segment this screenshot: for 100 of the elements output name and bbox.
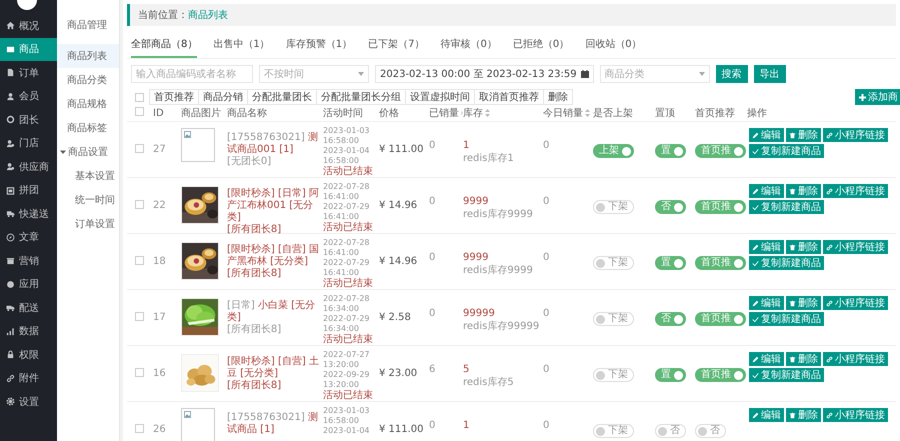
checkbox[interactable]: [135, 200, 144, 209]
action-button[interactable]: 编辑: [749, 184, 784, 198]
sidebar-item[interactable]: 会员: [0, 84, 57, 108]
submenu-item[interactable]: 订单设置: [57, 212, 119, 236]
bulk-action-button[interactable]: 取消首页推荐: [474, 89, 544, 105]
action-button[interactable]: 编辑: [749, 128, 784, 142]
category-select[interactable]: 商品分类: [600, 65, 710, 83]
sidebar-item[interactable]: 数据: [0, 320, 57, 343]
add-button[interactable]: 添加商: [855, 89, 900, 105]
listing-toggle[interactable]: 下架: [593, 368, 634, 382]
action-button[interactable]: 小程序链接: [823, 128, 888, 142]
date-range-field[interactable]: 2023-02-13 00:00 至 2023-02-13 23:59: [375, 65, 594, 83]
bulk-action-button[interactable]: 设置虚拟时间: [405, 89, 475, 105]
action-button[interactable]: 复制新建商品: [749, 200, 824, 214]
homepage-toggle[interactable]: 首页推: [695, 144, 746, 158]
homepage-toggle[interactable]: 首页推: [695, 200, 746, 214]
toolbar-button[interactable]: 搜索: [716, 65, 748, 83]
sidebar-item[interactable]: 应用: [0, 272, 57, 296]
listing-toggle[interactable]: 下架: [593, 256, 634, 270]
sort-icon[interactable]: [585, 109, 590, 117]
time-select[interactable]: 不按时间: [259, 65, 369, 83]
sidebar-item[interactable]: 概况: [0, 14, 57, 38]
breadcrumb-link[interactable]: 商品列表: [188, 8, 228, 22]
action-button[interactable]: 删除: [786, 408, 821, 422]
product-name[interactable]: [17558763021] 测试商品 [1]: [227, 412, 319, 436]
action-button[interactable]: 删除: [786, 128, 821, 142]
pin-toggle[interactable]: 置: [655, 144, 686, 158]
submenu-item[interactable]: 商品分类: [57, 68, 119, 92]
action-button[interactable]: 编辑: [749, 352, 784, 366]
action-button[interactable]: 小程序链接: [823, 352, 888, 366]
tab[interactable]: 已下架（7）: [368, 32, 424, 58]
tab[interactable]: 库存预警（1）: [286, 32, 352, 58]
sidebar-item[interactable]: 设置: [0, 390, 57, 414]
listing-toggle[interactable]: 下架: [593, 424, 634, 438]
bulk-action-button[interactable]: 首页推荐: [149, 89, 199, 105]
action-button[interactable]: 小程序链接: [823, 184, 888, 198]
sidebar-item[interactable]: 文章: [0, 226, 57, 249]
action-button[interactable]: 小程序链接: [823, 240, 888, 254]
checkbox[interactable]: [135, 312, 144, 321]
bulk-action-button[interactable]: 分配批量团长分组: [316, 89, 406, 105]
checkbox[interactable]: [135, 368, 144, 377]
tab[interactable]: 回收站（0）: [585, 32, 642, 58]
tab[interactable]: 待审核（0）: [440, 32, 497, 58]
sidebar-item[interactable]: 配送: [0, 296, 57, 320]
pin-toggle[interactable]: 置: [655, 256, 686, 270]
tab[interactable]: 全部商品（8）: [131, 32, 198, 58]
submenu-item[interactable]: 商品设置: [57, 140, 119, 164]
homepage-toggle[interactable]: 首页推: [695, 312, 746, 326]
action-button[interactable]: 编辑: [749, 240, 784, 254]
sidebar-item[interactable]: 商品: [0, 38, 57, 61]
submenu-item[interactable]: 统一时间: [57, 188, 119, 212]
homepage-toggle[interactable]: 否: [695, 424, 726, 438]
submenu-item[interactable]: 基本设置: [57, 164, 119, 188]
sidebar-item[interactable]: 团长: [0, 108, 57, 132]
homepage-toggle[interactable]: 首页推: [695, 368, 746, 382]
product-name[interactable]: [限时秒杀] [自营] 土豆 [无分类]: [227, 356, 319, 380]
pin-toggle[interactable]: 置: [655, 368, 686, 382]
submenu-item[interactable]: 商品列表: [57, 44, 119, 68]
product-name[interactable]: [日常] 小白菜 [无分类]: [227, 300, 319, 324]
homepage-toggle[interactable]: 首页推: [695, 256, 746, 270]
toolbar-button[interactable]: 导出: [754, 65, 786, 83]
submenu-item[interactable]: 商品标签: [57, 116, 119, 140]
product-name[interactable]: [限时秒杀] [日常] 阿产江布林001 [无分类]: [227, 188, 319, 224]
sidebar-item[interactable]: 门店: [0, 132, 57, 155]
pin-toggle[interactable]: 否: [655, 312, 686, 326]
sidebar-item[interactable]: 附件: [0, 366, 57, 390]
pin-toggle[interactable]: 否: [655, 424, 686, 438]
tab[interactable]: 已拒绝（0）: [512, 32, 570, 58]
bulk-action-button[interactable]: 删除: [543, 89, 573, 105]
action-button[interactable]: 复制新建商品: [749, 312, 824, 326]
checkbox[interactable]: [135, 256, 144, 265]
bulk-action-button[interactable]: 商品分销: [198, 89, 248, 105]
sidebar-item[interactable]: 权限: [0, 343, 57, 366]
action-button[interactable]: 复制新建商品: [749, 144, 824, 158]
checkbox[interactable]: [135, 424, 144, 433]
product-name[interactable]: [限时秒杀] [自营] 国产黑布林 [无分类]: [227, 244, 319, 268]
action-button[interactable]: 删除: [786, 352, 821, 366]
submenu-item[interactable]: 商品规格: [57, 92, 119, 116]
sidebar-item[interactable]: 营销: [0, 249, 57, 272]
checkbox[interactable]: [135, 107, 144, 116]
search-field[interactable]: 输入商品编码或者名称: [131, 65, 253, 83]
pin-toggle[interactable]: 否: [655, 200, 686, 214]
action-button[interactable]: 复制新建商品: [749, 368, 824, 382]
action-button[interactable]: 编辑: [749, 296, 784, 310]
action-button[interactable]: 小程序链接: [823, 408, 888, 422]
bulk-action-button[interactable]: 分配批量团长: [247, 89, 317, 105]
checkbox[interactable]: [135, 92, 144, 102]
action-button[interactable]: 删除: [786, 296, 821, 310]
listing-toggle[interactable]: 下架: [593, 312, 634, 326]
sort-icon[interactable]: [485, 109, 490, 117]
sidebar-item[interactable]: 拼团: [0, 178, 57, 202]
listing-toggle[interactable]: 下架: [593, 200, 634, 214]
action-button[interactable]: 复制新建商品: [749, 256, 824, 270]
action-button[interactable]: 删除: [786, 184, 821, 198]
product-name[interactable]: [17558763021] 测试商品001 [1]: [227, 132, 319, 156]
listing-toggle[interactable]: 上架: [593, 144, 634, 158]
action-button[interactable]: 删除: [786, 240, 821, 254]
sidebar-item[interactable]: 供应商: [0, 155, 57, 178]
action-button[interactable]: 编辑: [749, 408, 784, 422]
tab[interactable]: 出售中（1）: [213, 32, 270, 58]
